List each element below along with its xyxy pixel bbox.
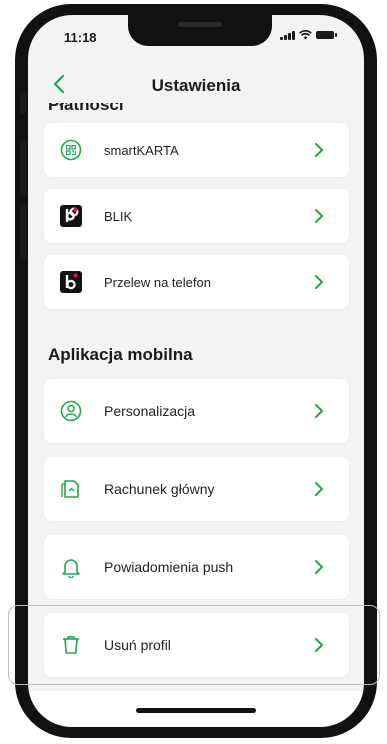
wifi-icon (299, 30, 312, 40)
document-icon (61, 480, 79, 498)
chevron-right-icon (315, 143, 323, 157)
user-icon (60, 400, 82, 422)
battery-icon (316, 31, 337, 39)
chevron-right-icon (315, 404, 323, 418)
menu-item-main-account[interactable]: Rachunek główny (44, 457, 349, 521)
chevron-right-icon (315, 482, 323, 496)
menu-item-phone-transfer[interactable]: Przelew na telefon (44, 255, 349, 309)
bell-icon (62, 559, 80, 578)
menu-item-delete-profile[interactable]: Usuń profil (44, 613, 349, 677)
header: Ustawienia (28, 63, 364, 103)
menu-item-push-notifications[interactable]: Powiadomienia push (44, 535, 349, 599)
menu-item-label: Powiadomienia push (104, 559, 234, 575)
notch (128, 15, 272, 46)
chevron-right-icon (315, 275, 323, 289)
chevron-right-icon (315, 560, 323, 574)
status-icons (280, 30, 337, 40)
section-title-payments: Płatności (48, 103, 124, 114)
menu-item-label: Przelew na telefon (104, 274, 211, 290)
blik-icon (60, 271, 82, 293)
mute-switch (20, 92, 26, 114)
menu-item-blik[interactable]: BLIK (44, 189, 349, 243)
back-chevron-icon[interactable] (50, 73, 70, 95)
menu-item-label: Personalizacja (104, 403, 196, 419)
menu-item-label: smartKARTA (104, 142, 179, 158)
menu-item-label: Rachunek główny (104, 481, 215, 497)
trash-icon (63, 636, 79, 654)
chevron-right-icon (315, 209, 323, 223)
menu-item-label: BLIK (104, 208, 133, 224)
status-time: 11:18 (64, 30, 97, 45)
section-title-mobile-app: Aplikacja mobilna (48, 345, 193, 364)
home-bar-area (28, 691, 364, 727)
volume-down-button (20, 204, 26, 260)
menu-item-label: Usuń profil (104, 637, 171, 653)
chevron-right-icon (315, 638, 323, 652)
volume-up-button (20, 140, 26, 196)
page-title: Ustawienia (151, 76, 241, 95)
blik-icon (60, 205, 82, 227)
home-indicator[interactable] (136, 708, 256, 713)
app-screen: 11:18 Ustawienia Płatności smartKARTA BL… (28, 15, 364, 727)
smartcard-icon (60, 139, 82, 161)
speaker-grille (178, 22, 222, 27)
menu-item-personalization[interactable]: Personalizacja (44, 379, 349, 443)
signal-icon (280, 30, 295, 40)
menu-item-smartkarta[interactable]: smartKARTA (44, 123, 349, 177)
